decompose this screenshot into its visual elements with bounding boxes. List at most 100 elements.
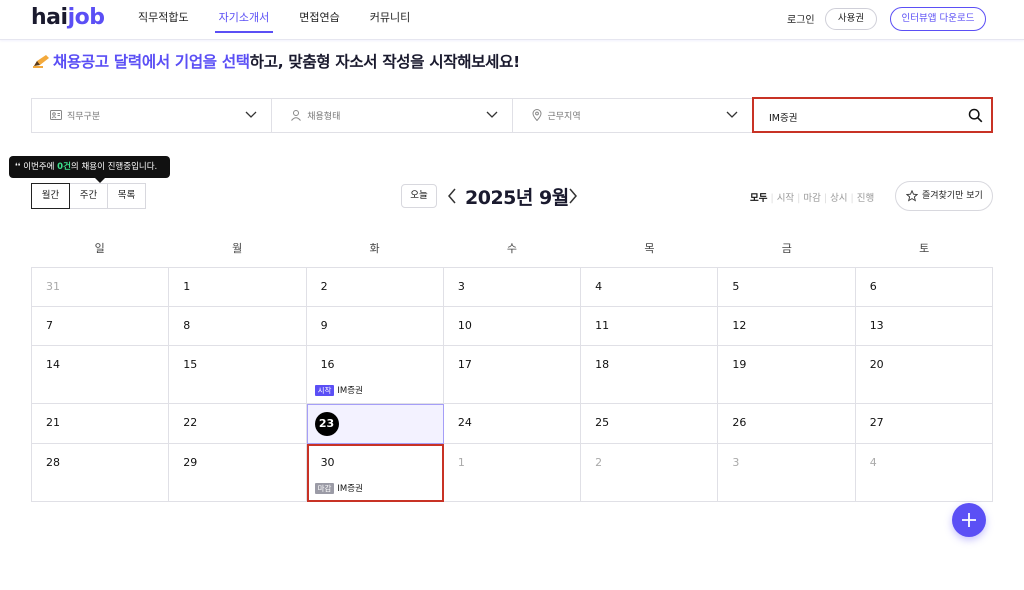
calendar-grid: 31 1 2 3 4 5 6 7 8 9 10 11 12 13 14 15 16 시작 IM증권 17 18 19 20 2…	[31, 267, 993, 502]
status-start[interactable]: 시작	[777, 193, 794, 204]
day-number: 12	[732, 319, 747, 332]
status-end[interactable]: 마감	[803, 193, 820, 204]
day-number: 2	[320, 280, 328, 293]
favorites-label: 즐겨찾기만 보기	[922, 191, 983, 201]
calendar-day-cell[interactable]: 8	[169, 307, 307, 346]
day-number: 9	[320, 319, 328, 332]
day-number: 3	[732, 456, 740, 469]
login-link[interactable]: 로그인	[787, 11, 815, 26]
calendar-day-cell[interactable]: 30 마감 IM증권	[306, 444, 444, 502]
day-number: 26	[732, 416, 747, 429]
calendar-day-cell[interactable]: 3	[443, 268, 582, 307]
weekday-sun: 일	[94, 242, 105, 255]
day-number: 17	[457, 358, 472, 371]
main-nav: 직무적합도 자기소개서 면접연습 커뮤니티	[138, 0, 440, 40]
job-event[interactable]: 마감 IM증권	[314, 482, 363, 494]
day-number: 29	[183, 456, 198, 469]
calendar-day-cell[interactable]: 27	[855, 404, 993, 444]
day-number: 4	[869, 456, 877, 469]
employment-type-select[interactable]: 채용형태	[272, 99, 513, 132]
calendar-day-cell[interactable]: 16 시작 IM증권	[306, 346, 444, 404]
calendar-day-cell[interactable]: 28	[32, 444, 170, 502]
calendar-day-cell[interactable]: 19	[718, 346, 856, 404]
nav-item-job-fit[interactable]: 직무적합도	[138, 0, 189, 40]
search-icon[interactable]	[968, 108, 983, 123]
day-number: 10	[457, 319, 472, 332]
day-number: 2	[595, 456, 603, 469]
tooltip-pre: 이번주에	[23, 162, 58, 172]
calendar-day-cell[interactable]: 2	[306, 268, 444, 307]
calendar-day-cell[interactable]: 4	[581, 268, 719, 307]
day-number: 31	[46, 280, 60, 293]
tab-monthly[interactable]: 월간	[31, 183, 70, 209]
day-number: 20	[869, 358, 884, 371]
calendar-day-cell[interactable]: 15	[169, 346, 307, 404]
calendar-day-cell[interactable]: 6	[855, 268, 993, 307]
today-button[interactable]: 오늘	[401, 184, 437, 208]
calendar-week: 21 22 23 24 25 26 27	[32, 404, 993, 444]
calendar-day-cell[interactable]: 31	[32, 268, 170, 307]
calendar-day-cell[interactable]: 3	[718, 444, 856, 502]
status-all[interactable]: 모두	[750, 193, 767, 204]
top-header: haijob 직무적합도 자기소개서 면접연습 커뮤니티 로그인 사용권 인터뷰…	[0, 0, 1024, 40]
status-always[interactable]: 상시	[830, 193, 847, 204]
company-search-input[interactable]: IM증권	[752, 97, 993, 133]
day-number: 4	[595, 280, 603, 293]
location-select[interactable]: 근무지역	[513, 99, 753, 132]
nav-item-community[interactable]: 커뮤니티	[370, 0, 410, 40]
day-number: 1	[183, 280, 191, 293]
job-event[interactable]: 시작 IM증권	[314, 384, 363, 396]
day-number: 21	[46, 416, 60, 429]
calendar-day-cell[interactable]: 14	[32, 346, 170, 404]
calendar-day-cell[interactable]: 21	[32, 404, 170, 444]
event-company-name: IM증권	[337, 386, 363, 396]
calendar-day-cell[interactable]: 22	[169, 404, 307, 444]
calendar-day-cell[interactable]: 26	[718, 404, 856, 444]
download-app-button[interactable]: 인터뷰앱 다운로드	[890, 7, 986, 31]
calendar-day-cell[interactable]: 24	[443, 404, 582, 444]
calendar-day-cell[interactable]: 23	[306, 404, 444, 444]
chevron-right-icon[interactable]	[568, 188, 578, 204]
search-value: IM증권	[769, 113, 798, 124]
job-category-select[interactable]: 직무구분	[32, 99, 273, 132]
calendar-day-cell[interactable]: 1	[443, 444, 582, 502]
status-ongoing[interactable]: 진행	[857, 193, 874, 204]
calendar-day-cell[interactable]: 10	[443, 307, 582, 346]
calendar-day-cell[interactable]: 5	[718, 268, 856, 307]
calendar-day-cell[interactable]: 9	[306, 307, 444, 346]
tab-weekly[interactable]: 주간	[69, 183, 108, 209]
calendar-day-cell[interactable]: 4	[855, 444, 993, 502]
tooltip-post: 의 채용이 진행중입니다.	[70, 162, 158, 172]
calendar-day-cell[interactable]: 2	[581, 444, 719, 502]
nav-item-cover-letter[interactable]: 자기소개서	[214, 0, 273, 40]
tab-list[interactable]: 목록	[107, 183, 146, 209]
day-number: 13	[869, 319, 884, 332]
calendar-week: 28 29 30 마감 IM증권 1 2 3 4	[32, 444, 993, 502]
calendar-day-cell[interactable]: 29	[169, 444, 307, 502]
calendar-day-cell[interactable]: 13	[855, 307, 993, 346]
day-number: 30	[320, 456, 335, 469]
calendar-day-cell[interactable]: 17	[443, 346, 582, 404]
weekday-header: 일 월 화 수 목 금 토	[31, 240, 993, 256]
calendar-day-cell[interactable]: 20	[855, 346, 993, 404]
add-fab-button[interactable]	[952, 503, 986, 537]
haijob-logo[interactable]: haijob	[31, 5, 105, 30]
month-title: 2025년 9월	[465, 187, 569, 209]
chevron-left-icon[interactable]	[447, 188, 457, 204]
status-filters: 모두 | 시작 | 마감 | 상시 | 진행	[750, 190, 876, 204]
divider: |	[797, 193, 801, 204]
star-icon	[906, 190, 918, 202]
calendar-day-cell[interactable]: 18	[581, 346, 719, 404]
weekday-fri: 금	[781, 242, 792, 255]
corporate-button[interactable]: 사용권	[825, 8, 877, 30]
calendar-day-cell[interactable]: 7	[32, 307, 170, 346]
calendar-day-cell[interactable]: 11	[581, 307, 719, 346]
day-number: 24	[457, 416, 472, 429]
logo-suffix: job	[67, 5, 105, 30]
calendar-day-cell[interactable]: 1	[169, 268, 307, 307]
calendar-day-cell[interactable]: 12	[718, 307, 856, 346]
nav-item-interview[interactable]: 면접연습	[299, 0, 339, 40]
day-number: 6	[869, 280, 877, 293]
favorites-only-button[interactable]: 즐겨찾기만 보기	[895, 181, 993, 211]
calendar-day-cell[interactable]: 25	[581, 404, 719, 444]
